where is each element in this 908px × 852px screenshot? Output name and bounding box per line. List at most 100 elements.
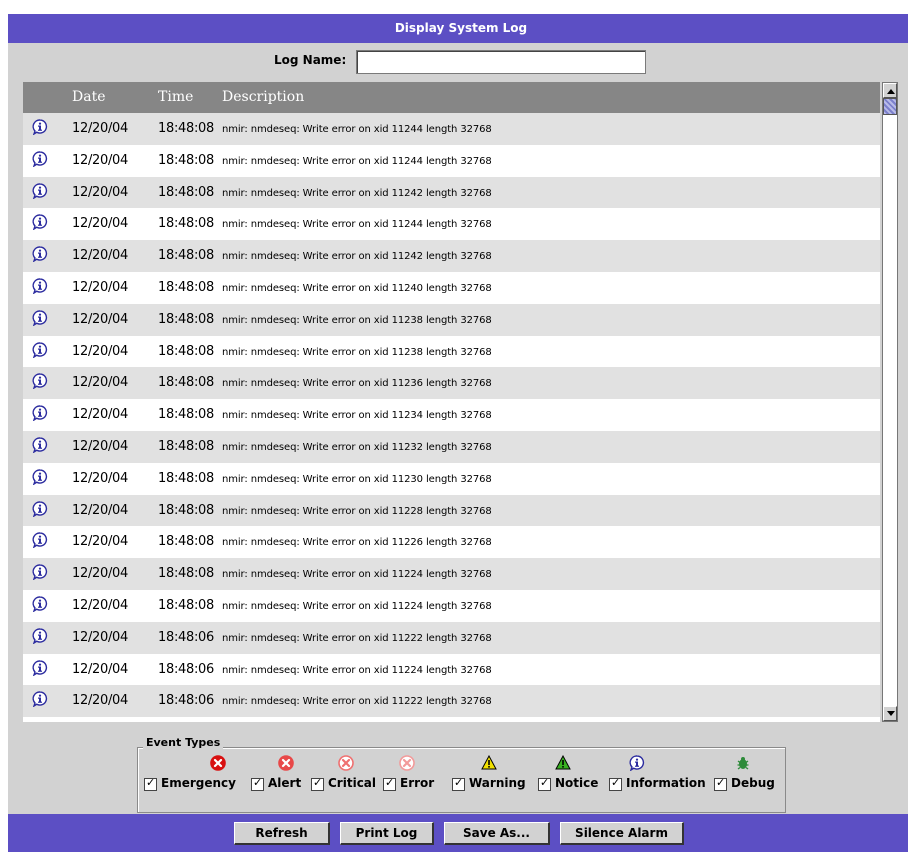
information-icon [32,628,48,645]
information-icon [32,310,48,327]
silence-alarm-button[interactable]: Silence Alarm [560,822,684,845]
row-date: 12/20/04 [72,597,128,613]
information-checkbox[interactable] [609,776,622,791]
vertical-scrollbar[interactable] [882,82,898,722]
table-row[interactable]: 12/20/04 18:48:08 nmir: nmdeseq: Write err… [23,113,880,145]
table-row[interactable]: 12/20/04 18:48:06 nmir: nmdeseq: Write err… [23,621,880,654]
table-row[interactable]: 12/20/04 18:48:08 nmir: nmdeseq: Write err… [23,336,880,368]
table-row[interactable]: 12/20/04 18:48:08 nmir: nmdeseq: Write err… [23,463,880,495]
row-description: nmir: nmdeseq: Write error on xid 11224 … [222,569,492,581]
column-header-description[interactable]: Description [222,89,304,105]
debug-bug-icon [735,755,751,771]
table-row[interactable]: 12/20/04 18:48:08 nmir: nmdeseq: Write err… [23,208,880,240]
row-date: 12/20/04 [72,121,128,136]
print-log-button[interactable]: Print Log [340,822,434,845]
information-icon [32,278,48,295]
row-date: 12/20/04 [72,279,128,295]
debug-checkbox[interactable] [714,776,727,791]
row-time: 18:48:08 [158,216,214,232]
row-time: 18:48:08 [158,152,214,168]
save-as-button[interactable]: Save As... [444,822,550,845]
row-time: 18:48:08 [158,470,214,486]
notice-checkbox[interactable] [538,776,551,791]
emergency-checkbox[interactable] [144,776,157,791]
scroll-down-arrow-icon[interactable] [883,706,897,721]
log-name-input[interactable] [356,50,646,74]
table-row[interactable]: 12/20/04 18:48:06 nmir: nmdeseq: Write err… [23,685,880,718]
table-row[interactable]: 12/20/04 18:48:08 nmir: nmdeseq: Write err… [23,590,880,622]
row-description: nmir: nmdeseq: Write error on xid 11240 … [222,282,492,294]
row-time: 18:48:08 [158,534,214,550]
alert-checkbox[interactable] [251,776,264,791]
table-row[interactable]: 12/20/04 18:48:08 nmir: nmdeseq: Write err… [23,367,880,400]
information-icon [32,437,48,454]
table-row[interactable]: 12/20/04 18:48:08 nmir: nmdeseq: Write err… [23,430,880,463]
table-row[interactable]: 12/20/04 18:48:08 nmir: nmdeseq: Write err… [23,303,880,336]
table-row[interactable]: 12/20/04 18:48:08 nmir: nmdeseq: Write err… [23,145,880,177]
table-row[interactable]: 12/20/04 18:48:06 nmir: nmdeseq: Write err… [23,654,880,686]
row-description: nmir: nmdeseq: Write error on xid 11242 … [222,251,492,263]
row-description: nmir: nmdeseq: Write error on xid 11222 … [222,696,492,708]
row-time: 18:48:08 [158,184,214,200]
row-time: 18:48:08 [158,502,214,518]
table-row[interactable]: 12/20/04 18:48:08 nmir: nmdeseq: Write err… [23,272,880,304]
row-date: 12/20/04 [72,311,128,327]
row-description: nmir: nmdeseq: Write error on xid 11230 … [222,473,492,485]
table-row[interactable]: 12/20/04 18:48:08 nmir: nmdeseq: Write err… [23,526,880,558]
row-description: nmir: nmdeseq: Write error on xid 11228 … [222,505,492,517]
row-description: nmir: nmdeseq: Write error on xid 11224 … [222,600,492,612]
information-icon [32,500,48,518]
table-row[interactable]: 12/20/04 18:48:08 nmir: nmdeseq: Write err… [23,494,880,527]
critical-checkbox[interactable] [311,776,324,791]
debug-label: Debug [731,776,775,790]
refresh-button[interactable]: Refresh [234,822,330,845]
row-description: nmir: nmdeseq: Write error on xid 11244 … [222,219,492,231]
alert-label: Alert [268,776,302,790]
information-icon [32,532,48,550]
warning-icon [481,754,497,771]
row-date: 12/20/04 [72,152,128,168]
row-date: 12/20/04 [72,502,128,518]
row-description: nmir: nmdeseq: Write error on xid 11222 … [222,632,492,644]
information-icon [32,373,48,391]
information-icon [32,341,48,359]
table-header: Date Time Description [23,82,880,113]
scroll-up-arrow-icon[interactable] [883,83,897,98]
row-date: 12/20/04 [72,216,128,232]
button-bar: Refresh Print Log Save As... Silence Ala… [8,814,908,852]
warning-checkbox[interactable] [452,776,465,791]
table-row-partial[interactable] [23,717,880,722]
row-date: 12/20/04 [72,407,128,423]
row-time: 18:48:08 [158,343,214,359]
column-header-date[interactable]: Date [72,89,105,105]
row-time: 18:48:08 [158,597,214,613]
information-icon [32,182,48,200]
system-log-window: Display System Log Log Name: Date Time D… [8,14,908,852]
error-icon [399,755,415,771]
row-description: nmir: nmdeseq: Write error on xid 11238 … [222,346,492,358]
information-icon [32,659,48,677]
table-row[interactable]: 12/20/04 18:48:08 nmir: nmdeseq: Write err… [23,399,880,431]
table-row[interactable]: 12/20/04 18:48:08 nmir: nmdeseq: Write err… [23,558,880,590]
row-time: 18:48:08 [158,248,214,264]
row-date: 12/20/04 [72,248,128,264]
event-types-legend: Event Types [143,736,224,750]
error-label: Error [400,776,435,790]
row-date: 12/20/04 [72,343,128,359]
row-date: 12/20/04 [72,534,128,550]
table-row[interactable]: 12/20/04 18:48:08 nmir: nmdeseq: Write err… [23,176,880,209]
error-checkbox[interactable] [383,776,396,791]
column-header-time[interactable]: Time [158,89,193,105]
row-time: 18:48:06 [158,693,214,709]
row-time: 18:48:08 [158,311,214,327]
notice-icon [555,754,571,771]
information-icon [32,214,48,232]
information-icon [629,755,645,772]
information-icon [32,469,48,486]
row-date: 12/20/04 [72,470,128,486]
table-body: 12/20/04 18:48:08 nmir: nmdeseq: Write err… [23,113,880,722]
scroll-thumb[interactable] [883,98,897,115]
row-date: 12/20/04 [72,661,128,677]
table-row[interactable]: 12/20/04 18:48:08 nmir: nmdeseq: Write err… [23,240,880,272]
row-time: 18:48:08 [158,566,214,582]
